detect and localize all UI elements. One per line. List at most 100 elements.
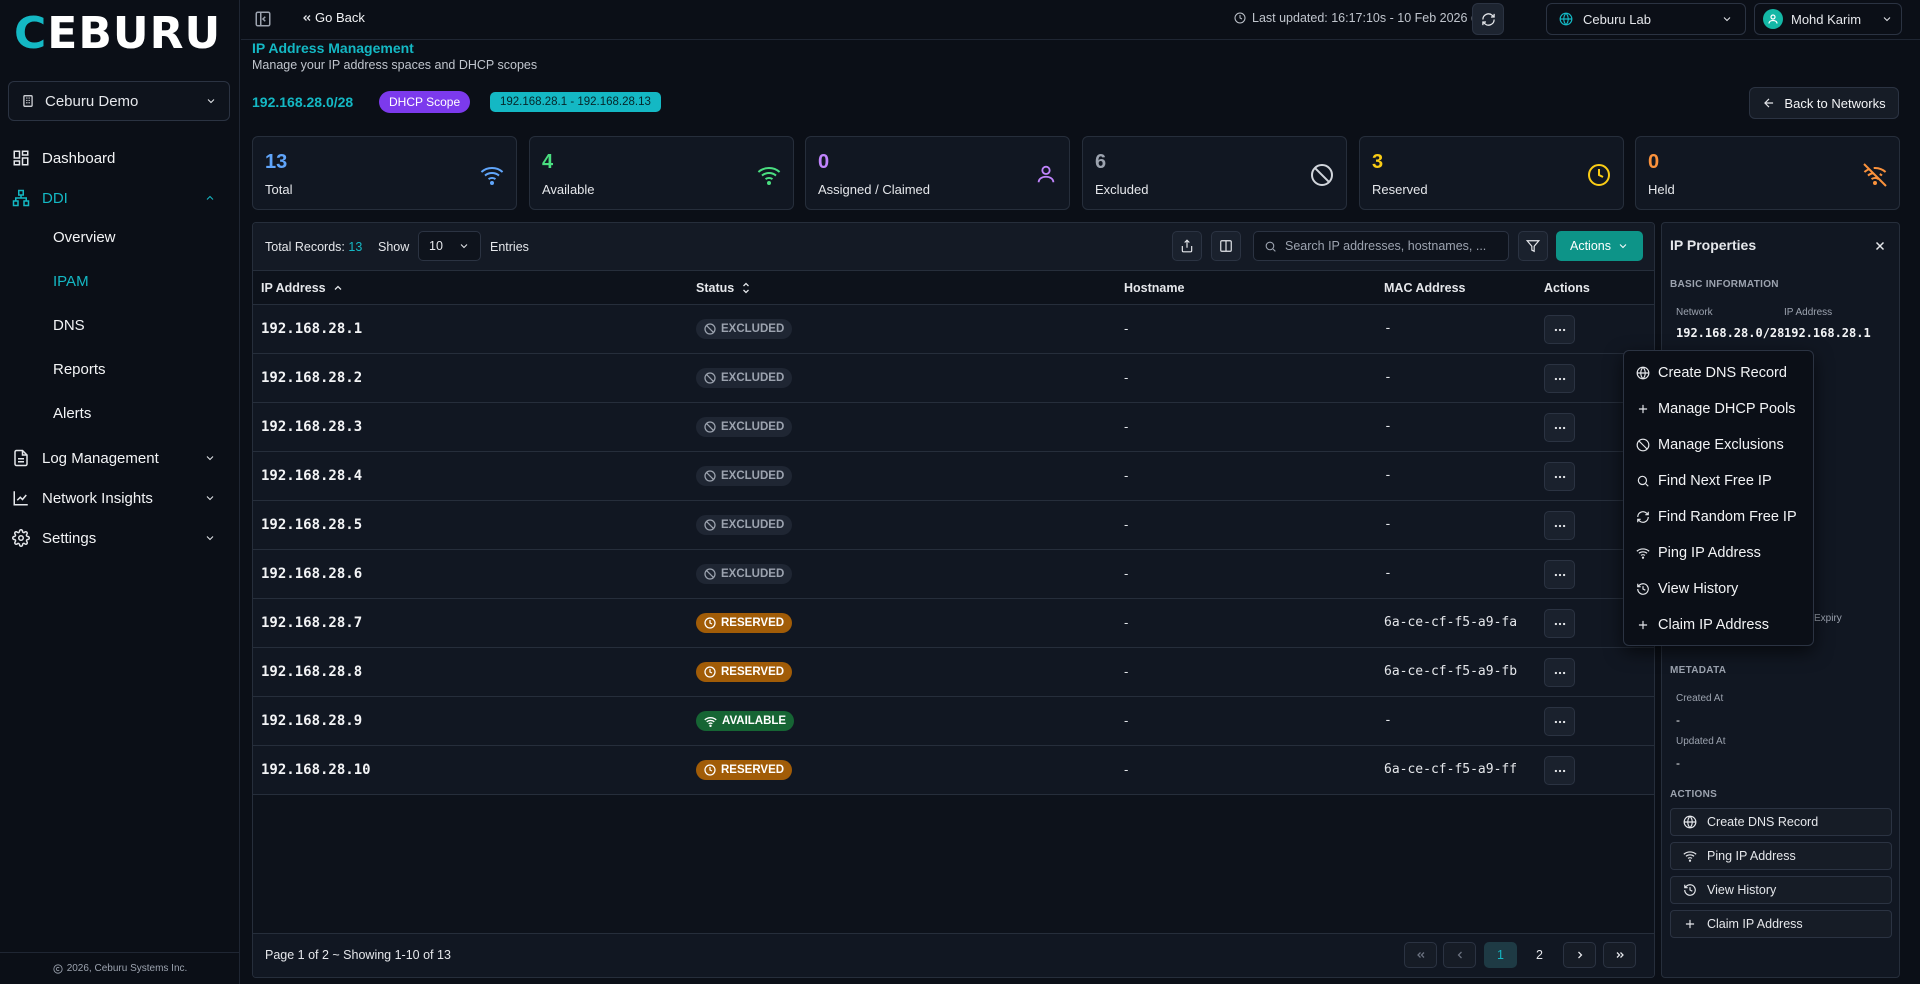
row-actions-button[interactable] (1544, 511, 1575, 540)
column-header-hostname[interactable]: Hostname (1124, 281, 1184, 295)
create-dns-record-button[interactable]: Create DNS Record (1670, 808, 1892, 836)
sidebar-subitem-ipam[interactable]: IPAM (53, 273, 89, 290)
export-button[interactable] (1172, 231, 1202, 261)
menu-ping-ip-address[interactable]: Ping IP Address (1636, 542, 1761, 564)
menu-find-random-free-ip[interactable]: Find Random Free IP (1636, 506, 1797, 528)
table-row[interactable]: 192.168.28.1 EXCLUDED - - (253, 305, 1654, 354)
menu-create-dns-record[interactable]: Create DNS Record (1636, 362, 1787, 384)
actions-dropdown-button[interactable]: Actions (1556, 231, 1643, 261)
table-row[interactable]: 192.168.28.9 AVAILABLE - - (253, 697, 1654, 746)
sidebar-item-settings[interactable]: Settings (12, 523, 228, 553)
row-actions-button[interactable] (1544, 315, 1575, 344)
table-row[interactable]: 192.168.28.10 RESERVED - 6a-ce-cf-f5-a9-ff (253, 746, 1654, 795)
menu-view-history[interactable]: View History (1636, 578, 1738, 600)
copyright-icon (53, 963, 63, 974)
sidebar-item-network-insights[interactable]: Network Insights (12, 483, 228, 513)
more-horizontal-icon (1553, 764, 1567, 778)
org-selector[interactable]: Ceburu Demo (8, 81, 230, 121)
status-badge: EXCLUDED (696, 515, 793, 535)
table-row[interactable]: 192.168.28.6 EXCLUDED - - (253, 550, 1654, 599)
share-icon (1180, 239, 1194, 253)
menu-manage-dhcp-pools[interactable]: Manage DHCP Pools (1636, 398, 1796, 420)
network-value: 192.168.28.0/28 (1676, 326, 1785, 340)
next-page-button[interactable] (1563, 942, 1596, 968)
updated-at-label: Updated At (1676, 736, 1726, 747)
columns-button[interactable] (1211, 231, 1241, 261)
filter-button[interactable] (1518, 231, 1548, 261)
mac-address-cell: - (1384, 566, 1392, 581)
search-input[interactable] (1285, 239, 1495, 253)
chevron-down-icon (204, 452, 216, 464)
row-actions-button[interactable] (1544, 364, 1575, 393)
sidebar-item-dashboard[interactable]: Dashboard (12, 143, 228, 173)
go-back-link[interactable]: Go Back (301, 10, 365, 25)
ban-icon (704, 323, 716, 335)
page-size-select[interactable]: 10 (418, 231, 481, 261)
column-header-status[interactable]: Status (696, 281, 752, 295)
table-row[interactable]: 192.168.28.5 EXCLUDED - - (253, 501, 1654, 550)
search-icon (1264, 240, 1277, 253)
chevron-right-icon (1574, 949, 1586, 961)
row-actions-button[interactable] (1544, 413, 1575, 442)
sidebar-toggle-icon[interactable] (254, 10, 272, 28)
lab-selector[interactable]: Ceburu Lab (1546, 3, 1746, 35)
row-actions-button[interactable] (1544, 707, 1575, 736)
sort-both-icon (740, 282, 752, 294)
claim-ip-button[interactable]: Claim IP Address (1670, 910, 1892, 938)
view-history-button[interactable]: View History (1670, 876, 1892, 904)
ip-address-cell: 192.168.28.4 (261, 468, 363, 484)
column-header-ip[interactable]: IP Address (261, 281, 344, 295)
hostname-cell: - (1124, 419, 1129, 434)
table-header: IP Address Status Hostname MAC Address A… (253, 271, 1654, 305)
ban-icon (704, 421, 716, 433)
menu-manage-exclusions[interactable]: Manage Exclusions (1636, 434, 1784, 456)
last-page-button[interactable] (1603, 942, 1636, 968)
filter-icon (1526, 239, 1540, 253)
hostname-cell: - (1124, 762, 1129, 777)
menu-claim-ip-address[interactable]: Claim IP Address (1636, 614, 1769, 636)
row-actions-button[interactable] (1544, 462, 1575, 491)
table-row[interactable]: 192.168.28.2 EXCLUDED - - (253, 354, 1654, 403)
column-header-mac[interactable]: MAC Address (1384, 281, 1466, 295)
status-badge: RESERVED (696, 613, 793, 633)
search-box[interactable] (1253, 231, 1509, 261)
stat-card-reserved: 3 Reserved (1359, 136, 1624, 210)
expiry-label: Expiry (1814, 613, 1842, 624)
sidebar-subitem-reports[interactable]: Reports (53, 361, 106, 378)
row-actions-button[interactable] (1544, 756, 1575, 785)
more-horizontal-icon (1553, 519, 1567, 533)
table-row[interactable]: 192.168.28.7 RESERVED - 6a-ce-cf-f5-a9-fa (253, 599, 1654, 648)
ceburu-logo[interactable]: CEBURU (14, 12, 221, 56)
prev-page-button[interactable] (1443, 942, 1476, 968)
ban-icon (704, 519, 716, 531)
sidebar-subitem-dns[interactable]: DNS (53, 317, 85, 334)
wifi-off-icon (1863, 163, 1887, 187)
page-button-1[interactable]: 1 (1484, 942, 1517, 968)
page-button-2[interactable]: 2 (1523, 942, 1556, 968)
row-actions-button[interactable] (1544, 609, 1575, 638)
table-row[interactable]: 192.168.28.4 EXCLUDED - - (253, 452, 1654, 501)
sidebar-subitem-alerts[interactable]: Alerts (53, 405, 91, 422)
sidebar-subitem-overview[interactable]: Overview (53, 229, 116, 246)
row-actions-button[interactable] (1544, 560, 1575, 589)
back-to-networks-button[interactable]: Back to Networks (1749, 87, 1899, 119)
stat-label: Excluded (1095, 182, 1149, 197)
hostname-cell: - (1124, 517, 1129, 532)
globe-icon (1559, 12, 1573, 26)
more-horizontal-icon (1553, 323, 1567, 337)
table-row[interactable]: 192.168.28.3 EXCLUDED - - (253, 403, 1654, 452)
first-page-button[interactable] (1404, 942, 1437, 968)
table-row[interactable]: 192.168.28.8 RESERVED - 6a-ce-cf-f5-a9-fb (253, 648, 1654, 697)
sidebar-item-log-management[interactable]: Log Management (12, 443, 228, 473)
sidebar-item-ddi[interactable]: DDI (12, 183, 228, 213)
refresh-button[interactable] (1472, 3, 1504, 35)
ip-address-cell: 192.168.28.1 (261, 321, 363, 337)
ping-ip-button[interactable]: Ping IP Address (1670, 842, 1892, 870)
close-icon[interactable] (1873, 239, 1887, 253)
user-menu[interactable]: Mohd Karim (1754, 3, 1902, 35)
menu-find-next-free-ip[interactable]: Find Next Free IP (1636, 470, 1772, 492)
chevrons-left-icon (1415, 949, 1427, 961)
ip-address-cell: 192.168.28.6 (261, 566, 363, 582)
ip-address-cell: 192.168.28.2 (261, 370, 363, 386)
row-actions-button[interactable] (1544, 658, 1575, 687)
